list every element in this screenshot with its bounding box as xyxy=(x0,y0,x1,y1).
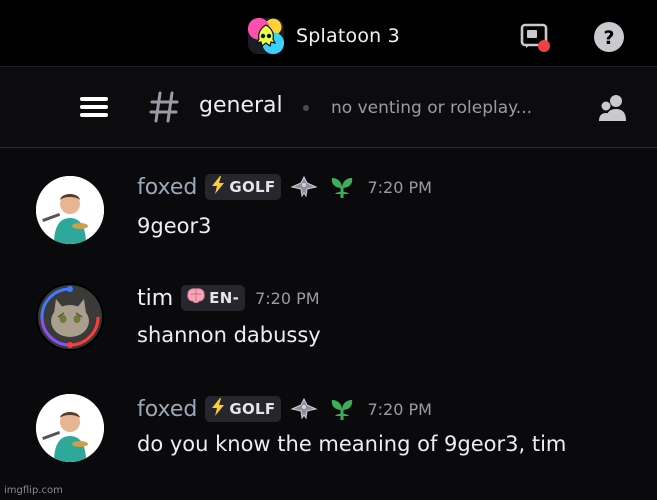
spaceship-icon xyxy=(289,396,319,422)
message-item[interactable]: foxed GOLF 7: xyxy=(0,388,657,488)
timestamp: 7:20 PM xyxy=(367,177,432,197)
svg-text:?: ? xyxy=(603,27,614,49)
role-tag-label: EN- xyxy=(209,289,240,307)
members-icon[interactable] xyxy=(596,91,630,125)
watermark: imgflip.com xyxy=(4,485,63,496)
channel-header: general no venting or roleplay... xyxy=(0,66,657,148)
plant-icon xyxy=(327,174,357,200)
message-text: shannon dabussy xyxy=(137,323,321,347)
lightning-icon xyxy=(210,397,226,421)
message-item[interactable]: foxed GOLF 7: xyxy=(0,170,657,270)
message-text: do you know the meaning of 9geor3, tim xyxy=(137,432,567,456)
separator-dot xyxy=(303,105,309,111)
server-title-button[interactable]: Splatoon 3 xyxy=(248,18,400,54)
avatar[interactable] xyxy=(36,394,104,462)
username[interactable]: foxed xyxy=(137,175,197,200)
spaceship-icon xyxy=(289,174,319,200)
username[interactable]: tim xyxy=(137,286,173,311)
help-icon[interactable]: ? xyxy=(592,20,626,54)
role-tag[interactable]: EN- xyxy=(181,285,246,311)
plant-icon xyxy=(327,396,357,422)
menu-icon[interactable] xyxy=(78,93,110,121)
channel-name[interactable]: general xyxy=(199,93,283,118)
channel-hash-icon xyxy=(148,89,180,125)
server-name: Splatoon 3 xyxy=(296,25,400,47)
channel-topic[interactable]: no venting or roleplay... xyxy=(331,98,532,118)
role-tag-label: GOLF xyxy=(229,400,276,418)
timestamp: 7:20 PM xyxy=(255,288,320,308)
message-list: foxed GOLF 7:20 PM 9geor3 tim EN- 7:20 P… xyxy=(0,148,657,500)
username[interactable]: foxed xyxy=(137,397,197,422)
avatar[interactable] xyxy=(36,283,104,351)
role-tag-label: GOLF xyxy=(229,178,276,196)
lightning-icon xyxy=(210,175,226,199)
message-text: 9geor3 xyxy=(137,214,212,238)
stage-discovery-icon[interactable] xyxy=(518,20,552,54)
role-tag[interactable]: GOLF xyxy=(205,396,282,422)
timestamp: 7:20 PM xyxy=(367,399,432,419)
message-header: foxed GOLF 7:20 PM xyxy=(137,172,432,202)
avatar[interactable] xyxy=(36,176,104,244)
splatoon-squid-icon xyxy=(248,18,284,54)
message-item[interactable]: tim EN- 7:20 PM shannon dabussy xyxy=(0,279,657,379)
message-header: tim EN- 7:20 PM xyxy=(137,283,320,313)
brain-icon xyxy=(186,287,206,309)
role-tag[interactable]: GOLF xyxy=(205,174,282,200)
server-bar: Splatoon 3 ? xyxy=(0,0,657,66)
message-header: foxed GOLF 7:20 PM xyxy=(137,394,432,424)
